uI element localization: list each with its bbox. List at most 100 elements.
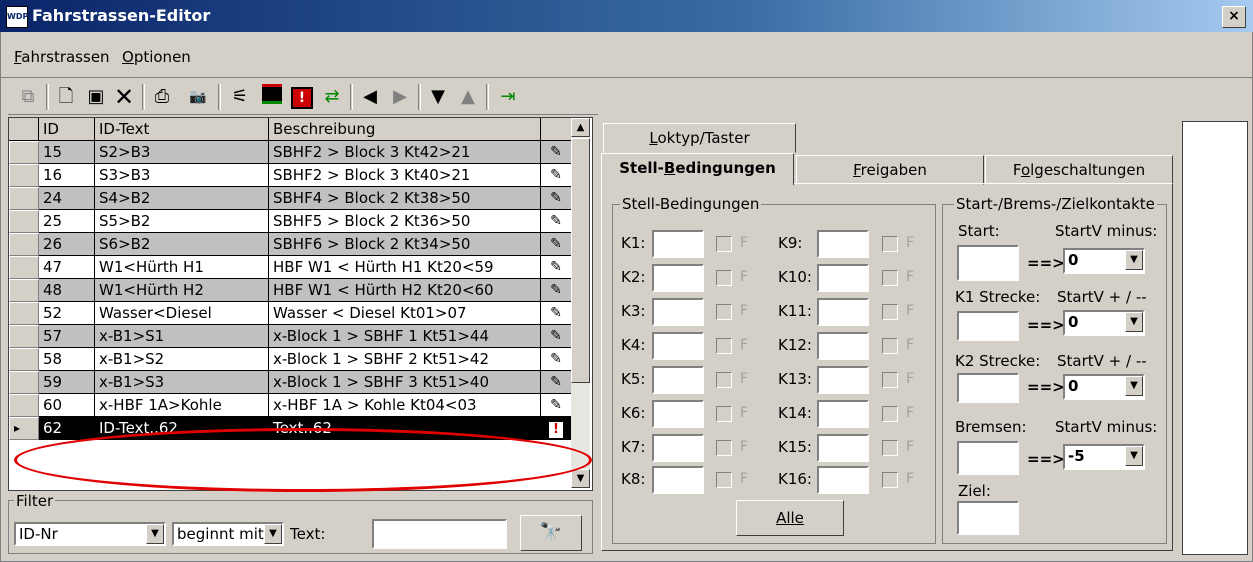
- kontakt-checkbox[interactable]: [716, 270, 732, 286]
- binoculars-icon[interactable]: 🔭: [520, 515, 582, 551]
- tab-loktyp-taster[interactable]: Loktyp/Taster: [603, 123, 796, 153]
- kontakt-checkbox[interactable]: [882, 338, 898, 354]
- row-selector[interactable]: [9, 210, 39, 233]
- row-selector[interactable]: [9, 279, 39, 302]
- table-cell-text[interactable]: S4>B2: [95, 187, 269, 210]
- table-cell-desc[interactable]: HBF W1 < Hürth H1 Kt20<59: [269, 256, 541, 279]
- table-cell-text[interactable]: Wasser<Diesel: [95, 302, 269, 325]
- row-selector[interactable]: [9, 187, 39, 210]
- kontakt-checkbox[interactable]: [716, 472, 732, 488]
- table-cell-id[interactable]: 60: [39, 394, 95, 417]
- table-cell-id[interactable]: 24: [39, 187, 95, 210]
- delete-icon[interactable]: ✕: [110, 84, 138, 110]
- kontakt-input[interactable]: [817, 466, 869, 494]
- route-icon[interactable]: ⧉: [14, 84, 42, 110]
- edit-icon[interactable]: ✎: [541, 371, 572, 394]
- menu-optionen[interactable]: Optionen: [122, 48, 191, 66]
- kontakt-input[interactable]: [652, 230, 704, 258]
- chevron-down-icon[interactable]: ▼: [1125, 312, 1143, 332]
- table-cell-text[interactable]: S5>B2: [95, 210, 269, 233]
- edit-icon[interactable]: ✎: [541, 348, 572, 371]
- kontakt-input[interactable]: [652, 264, 704, 292]
- chevron-down-icon[interactable]: ▼: [264, 524, 282, 544]
- warning-icon[interactable]: !: [288, 84, 316, 110]
- alle-button[interactable]: Alle: [736, 500, 844, 536]
- table-cell-text[interactable]: S2>B3: [95, 141, 269, 164]
- filter-mode-select[interactable]: beginnt mit ▼: [172, 522, 284, 546]
- table-cell-text[interactable]: W1<Hürth H2: [95, 279, 269, 302]
- scrollbar-thumb[interactable]: [571, 138, 590, 383]
- arrow-right-icon[interactable]: ▶: [386, 84, 414, 110]
- kontakt-input[interactable]: [817, 434, 869, 462]
- row-selector[interactable]: [9, 141, 39, 164]
- column-header[interactable]: ID: [39, 118, 95, 141]
- row-selector[interactable]: [9, 233, 39, 256]
- column-header[interactable]: ID-Text: [95, 118, 269, 141]
- row-selector[interactable]: [9, 164, 39, 187]
- column-header[interactable]: [541, 118, 572, 141]
- k2-strecke-input[interactable]: [957, 373, 1019, 403]
- table-cell-id[interactable]: 25: [39, 210, 95, 233]
- row-selector[interactable]: [9, 302, 39, 325]
- table-cell-desc[interactable]: SBHF6 > Block 2 Kt34>50: [269, 233, 541, 256]
- chevron-down-icon[interactable]: ▼: [1125, 376, 1143, 396]
- signal-icon[interactable]: ⚟: [226, 84, 254, 110]
- edit-icon[interactable]: ✎: [541, 302, 572, 325]
- camera-icon[interactable]: 📷: [184, 84, 212, 110]
- edit-icon[interactable]: ✎: [541, 164, 572, 187]
- swap-icon[interactable]: ⇄: [318, 84, 346, 110]
- chevron-down-icon[interactable]: ▼: [146, 524, 164, 544]
- print-icon[interactable]: ⎙: [148, 84, 176, 110]
- edit-icon[interactable]: ✎: [541, 233, 572, 256]
- table-cell-id[interactable]: 16: [39, 164, 95, 187]
- column-header[interactable]: Beschreibung: [269, 118, 541, 141]
- table-cell-desc[interactable]: SBHF2 > Block 3 Kt42>21: [269, 141, 541, 164]
- startv-select-4[interactable]: -5 ▼: [1063, 444, 1145, 470]
- chevron-down-icon[interactable]: ▼: [1125, 250, 1143, 270]
- warning-icon[interactable]: !: [541, 417, 572, 440]
- kontakt-checkbox[interactable]: [882, 440, 898, 456]
- scroll-down-button[interactable]: ▼: [571, 469, 590, 488]
- edit-icon[interactable]: ✎: [541, 141, 572, 164]
- filter-field-select[interactable]: ID-Nr ▼: [14, 522, 166, 546]
- table-cell-id[interactable]: 26: [39, 233, 95, 256]
- edit-icon[interactable]: ✎: [541, 187, 572, 210]
- table-cell-text[interactable]: S6>B2: [95, 233, 269, 256]
- table-cell-desc[interactable]: x-HBF 1A > Kohle Kt04<03: [269, 394, 541, 417]
- table-cell-desc[interactable]: x-Block 1 > SBHF 1 Kt51>44: [269, 325, 541, 348]
- table-cell-desc[interactable]: SBHF4 > Block 2 Kt38>50: [269, 187, 541, 210]
- row-selector[interactable]: [9, 256, 39, 279]
- row-selector[interactable]: [9, 348, 39, 371]
- arrow-up-icon[interactable]: ▲: [454, 84, 482, 110]
- kontakt-checkbox[interactable]: [882, 304, 898, 320]
- kontakt-input[interactable]: [652, 332, 704, 360]
- tab-stell-bedingungen[interactable]: Stell-Bedingungen: [601, 153, 794, 185]
- close-button[interactable]: ×: [1222, 6, 1246, 28]
- table-cell-id[interactable]: 62: [39, 417, 95, 440]
- table-cell-text[interactable]: S3>B3: [95, 164, 269, 187]
- table-cell-desc[interactable]: SBHF2 > Block 3 Kt40>21: [269, 164, 541, 187]
- edit-icon[interactable]: ✎: [541, 325, 572, 348]
- table-cell-desc[interactable]: Wasser < Diesel Kt01>07: [269, 302, 541, 325]
- table-cell-desc[interactable]: x-Block 1 > SBHF 2 Kt51>42: [269, 348, 541, 371]
- k1-strecke-input[interactable]: [957, 311, 1019, 341]
- exit-icon[interactable]: ⇥: [494, 84, 522, 110]
- kontakt-checkbox[interactable]: [716, 406, 732, 422]
- scroll-up-button[interactable]: ▲: [571, 118, 590, 137]
- startv-select-1[interactable]: 0 ▼: [1063, 248, 1145, 274]
- kontakt-input[interactable]: [817, 230, 869, 258]
- kontakt-checkbox[interactable]: [882, 406, 898, 422]
- edit-icon[interactable]: ✎: [541, 394, 572, 417]
- kontakt-input[interactable]: [817, 400, 869, 428]
- new-icon[interactable]: 🗋: [52, 84, 80, 110]
- table-cell-text[interactable]: x-B1>S2: [95, 348, 269, 371]
- row-selector[interactable]: [9, 394, 39, 417]
- save-icon[interactable]: ▣: [82, 84, 110, 110]
- arrow-down-icon[interactable]: ▼: [424, 84, 452, 110]
- start-input[interactable]: [957, 245, 1019, 281]
- table-cell-id[interactable]: 48: [39, 279, 95, 302]
- kontakt-input[interactable]: [652, 466, 704, 494]
- table-cell-id[interactable]: 52: [39, 302, 95, 325]
- table-cell-text[interactable]: x-B1>S1: [95, 325, 269, 348]
- edit-icon[interactable]: ✎: [541, 279, 572, 302]
